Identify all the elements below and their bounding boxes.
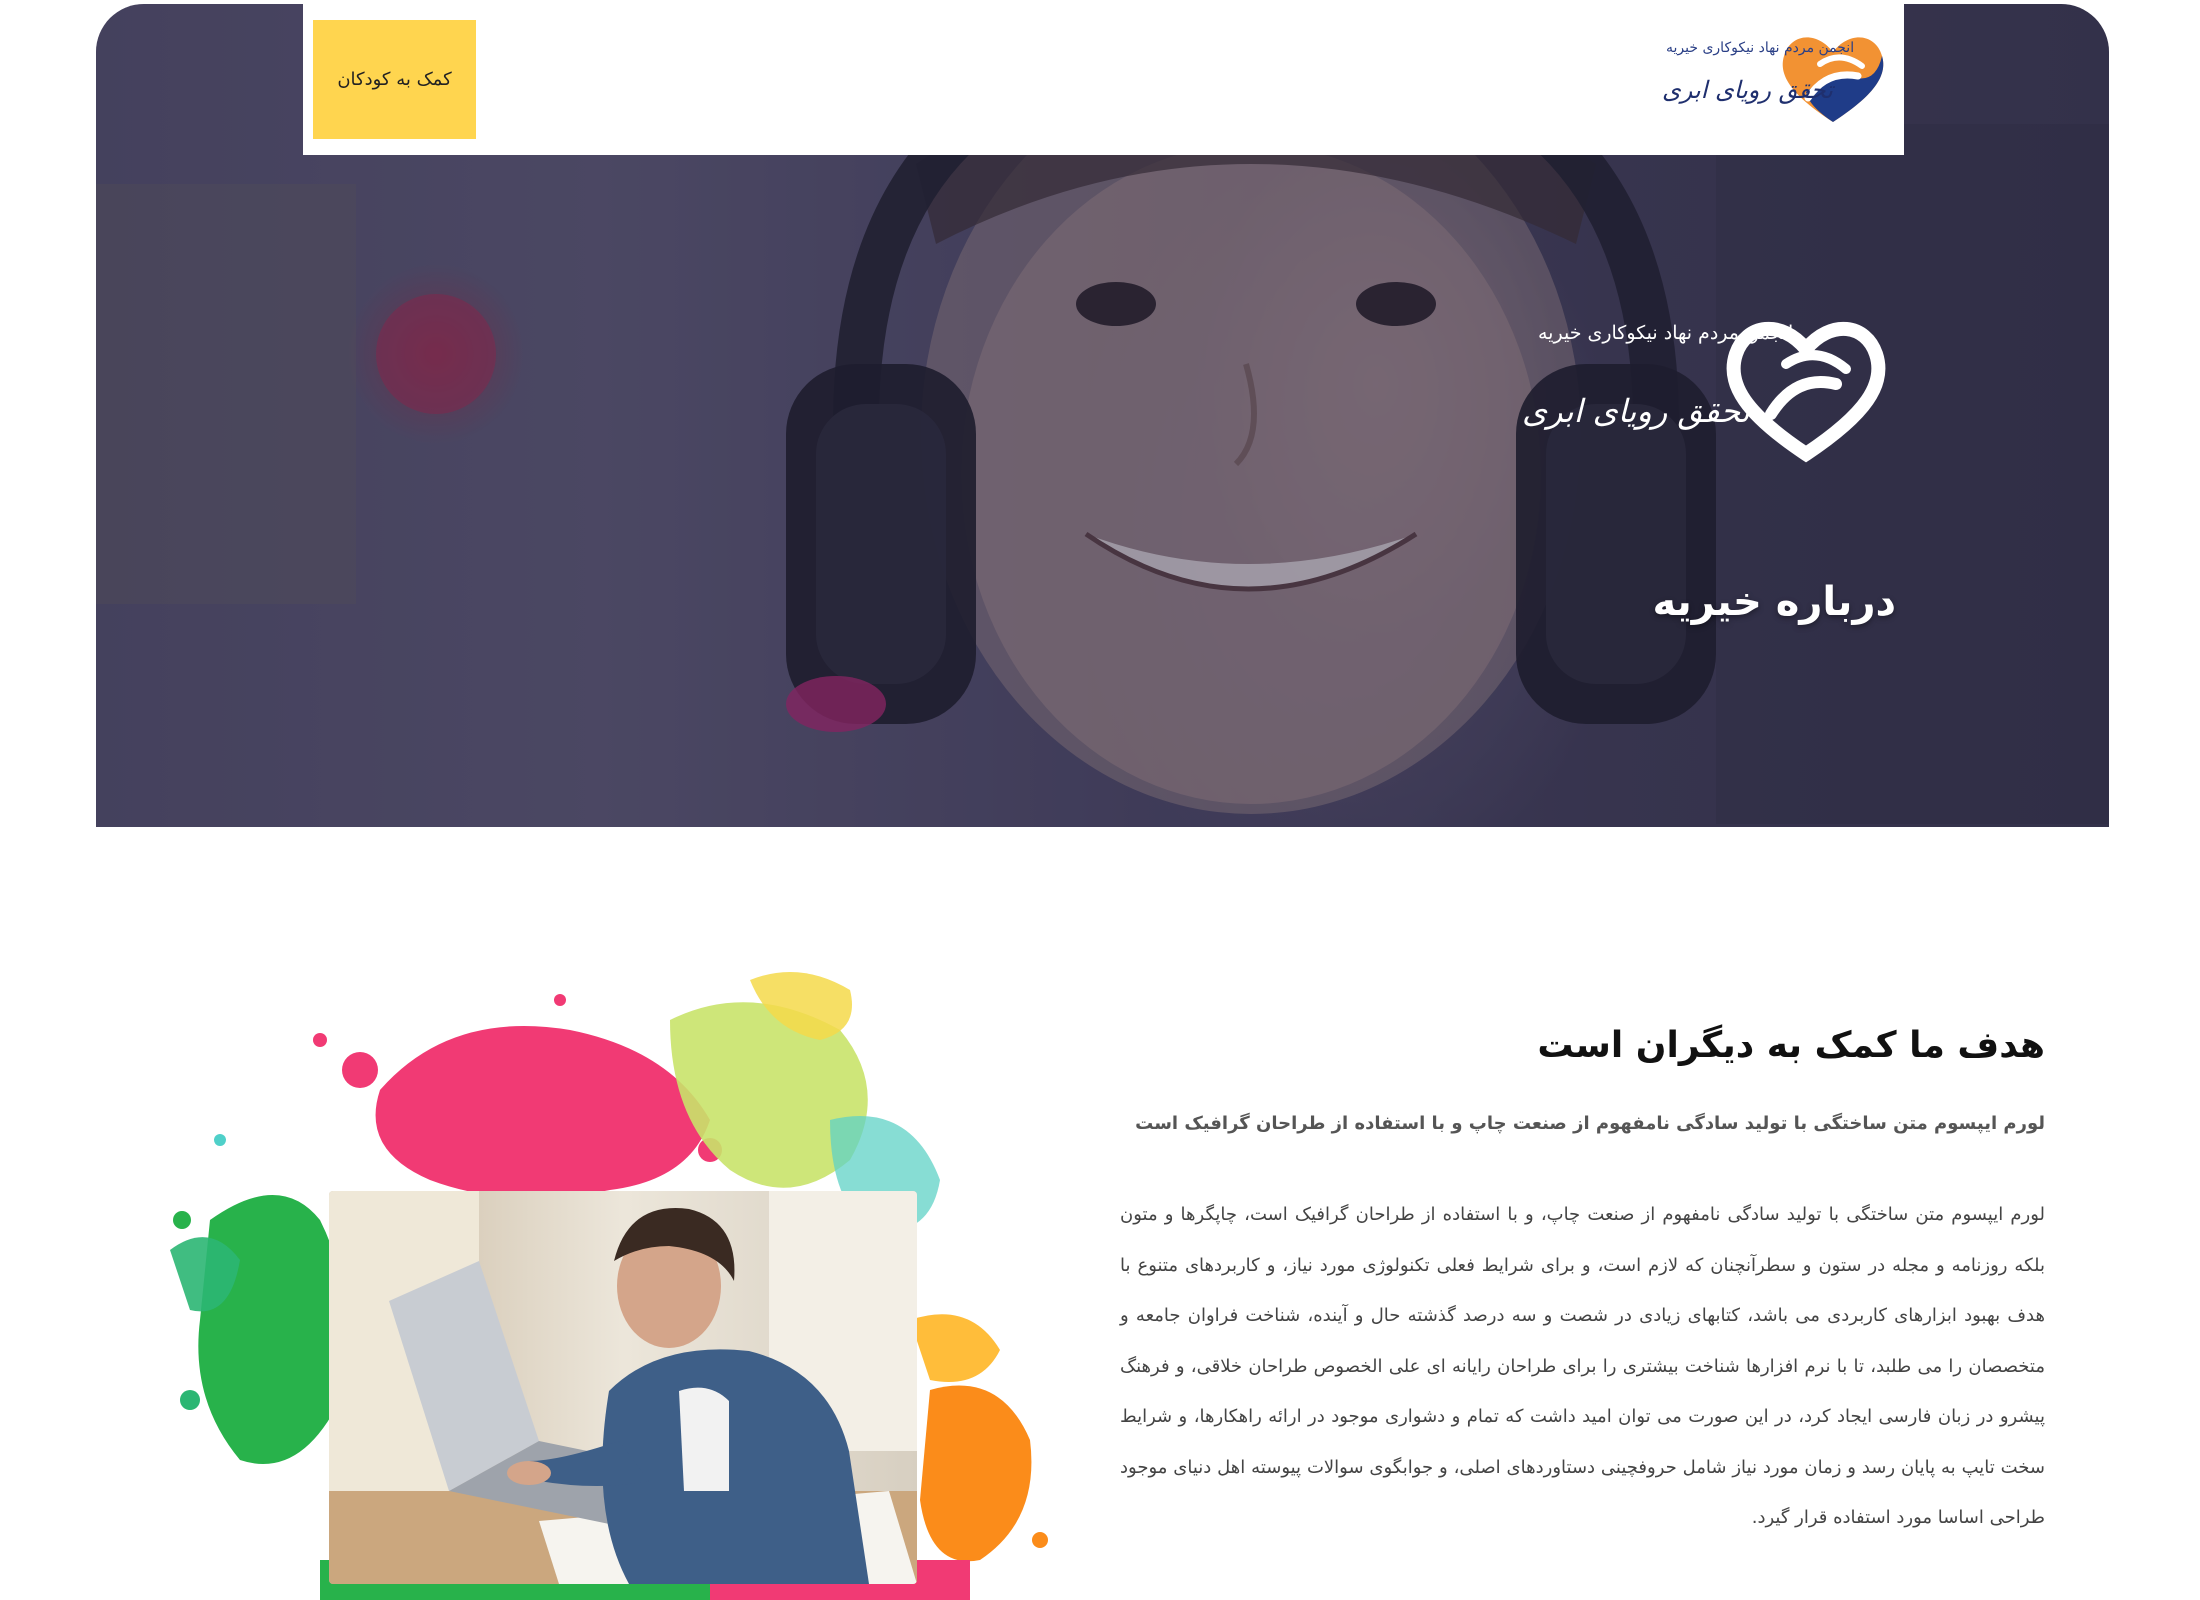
section-heading: هدف ما کمک به دیگران است xyxy=(1537,1025,2045,1066)
header-brand-name: تحقق رویای ابری xyxy=(1662,76,1833,104)
help-children-button[interactable]: کمک به کودکان xyxy=(313,20,476,139)
section-body-text: لورم ایپسوم متن ساختگی با تولید سادگی نا… xyxy=(1120,1204,2045,1528)
hero-brand-tagline: انجمن مردم نهاد نیکوکاری خیریه xyxy=(1538,322,1794,344)
site-logo[interactable]: انجمن مردم نهاد نیکوکاری خیریه تحقق رویا… xyxy=(1648,26,1888,136)
boy-laptop-photo xyxy=(329,1191,917,1584)
hero-brand-name: تحقق رویای ابری xyxy=(1522,392,1750,430)
boy-laptop-illustration xyxy=(329,1191,917,1584)
header-brand-tagline: انجمن مردم نهاد نیکوکاری خیریه xyxy=(1666,40,1855,56)
section-subheading: لورم ایپسوم متن ساختگی با تولید سادگی نا… xyxy=(1135,1113,2045,1134)
hero-brand-logo: انجمن مردم نهاد نیکوکاری خیریه تحقق رویا… xyxy=(1446,304,1886,484)
site-header: کمک به کودکان انجمن مردم نهاد نیکوکاری خ… xyxy=(303,4,1904,155)
page-title: درباره خیریه xyxy=(1652,579,1896,625)
